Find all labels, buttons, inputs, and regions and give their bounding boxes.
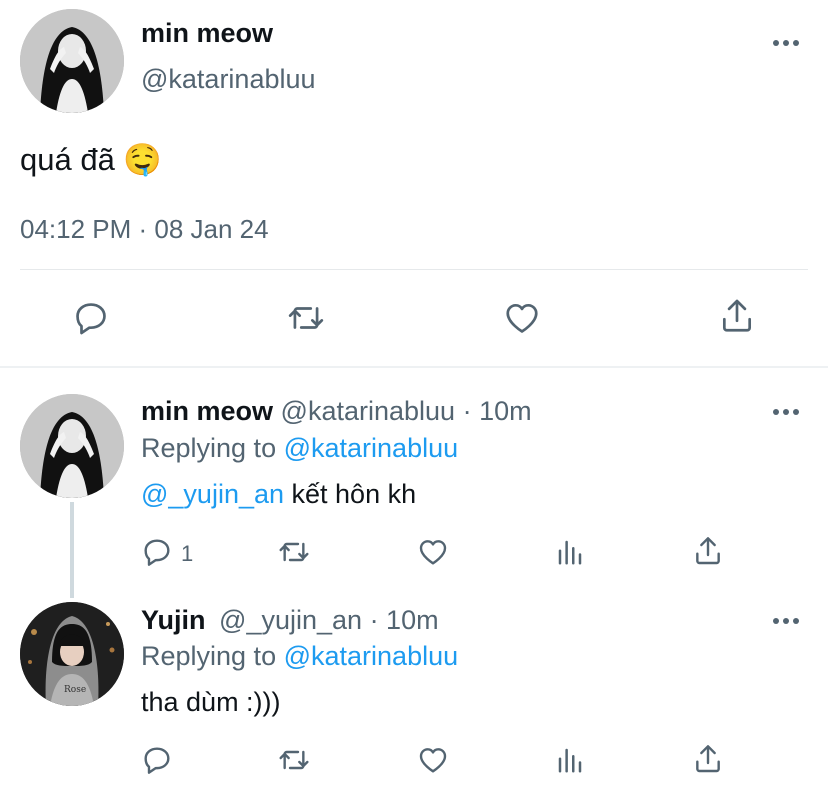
reply-text: @_yujin_an kết hôn kh — [141, 479, 416, 510]
replying-to: Replying to @katarinabluu — [141, 641, 458, 672]
reply-body: tha dùm :))) — [141, 687, 281, 717]
mention-link[interactable]: @_yujin_an — [141, 479, 284, 509]
user-handle[interactable]: @katarinabluu — [141, 64, 316, 95]
like-icon[interactable] — [416, 536, 450, 568]
replying-to-label: Replying to — [141, 433, 277, 463]
retweet-icon[interactable] — [285, 299, 327, 337]
analytics-icon[interactable] — [555, 537, 585, 567]
like-icon[interactable] — [502, 299, 542, 337]
divider — [20, 269, 808, 270]
reply-count: 1 — [181, 541, 194, 566]
reply-icon[interactable] — [141, 536, 173, 568]
avatar-shirt-text: Rose — [64, 685, 86, 695]
reply-avatar[interactable] — [20, 394, 124, 498]
replying-to-handle[interactable]: @katarinabluu — [284, 641, 459, 671]
reply-header: Yujin @_yujin_an · 10m — [141, 605, 439, 636]
share-icon[interactable] — [718, 296, 756, 336]
reply-time[interactable]: · 10m — [370, 605, 439, 635]
more-icon[interactable] — [773, 40, 801, 48]
reply-display-name[interactable]: Yujin — [141, 605, 206, 635]
retweet-icon[interactable] — [276, 536, 312, 568]
more-icon[interactable] — [773, 409, 801, 417]
reply-icon[interactable] — [72, 299, 110, 337]
more-icon[interactable] — [773, 618, 801, 626]
reply-handle[interactable]: @katarinabluu — [281, 396, 456, 426]
reply-time[interactable]: · 10m — [463, 396, 532, 426]
analytics-icon[interactable] — [555, 745, 585, 775]
replying-to: Replying to @katarinabluu — [141, 433, 458, 464]
reply-handle[interactable]: @_yujin_an — [219, 605, 362, 635]
replying-to-handle[interactable]: @katarinabluu — [284, 433, 459, 463]
reply-body: kết hôn kh — [284, 479, 417, 509]
reply-header: min meow @katarinabluu · 10m — [141, 396, 532, 427]
reply-icon[interactable] — [141, 744, 173, 776]
reply-display-name[interactable]: min meow — [141, 396, 273, 426]
share-icon[interactable] — [692, 743, 724, 775]
avatar[interactable] — [20, 9, 124, 113]
replying-to-label: Replying to — [141, 641, 277, 671]
like-icon[interactable] — [416, 744, 450, 776]
tweet-text: quá đã 🤤 — [20, 142, 163, 177]
display-name[interactable]: min meow — [141, 18, 273, 49]
tweet-timestamp[interactable]: 04:12 PM · 08 Jan 24 — [20, 214, 269, 245]
share-icon[interactable] — [692, 535, 724, 567]
thread-line — [70, 502, 74, 598]
retweet-icon[interactable] — [276, 744, 312, 776]
section-divider — [0, 366, 828, 368]
reply-avatar[interactable]: Rose — [20, 602, 124, 706]
